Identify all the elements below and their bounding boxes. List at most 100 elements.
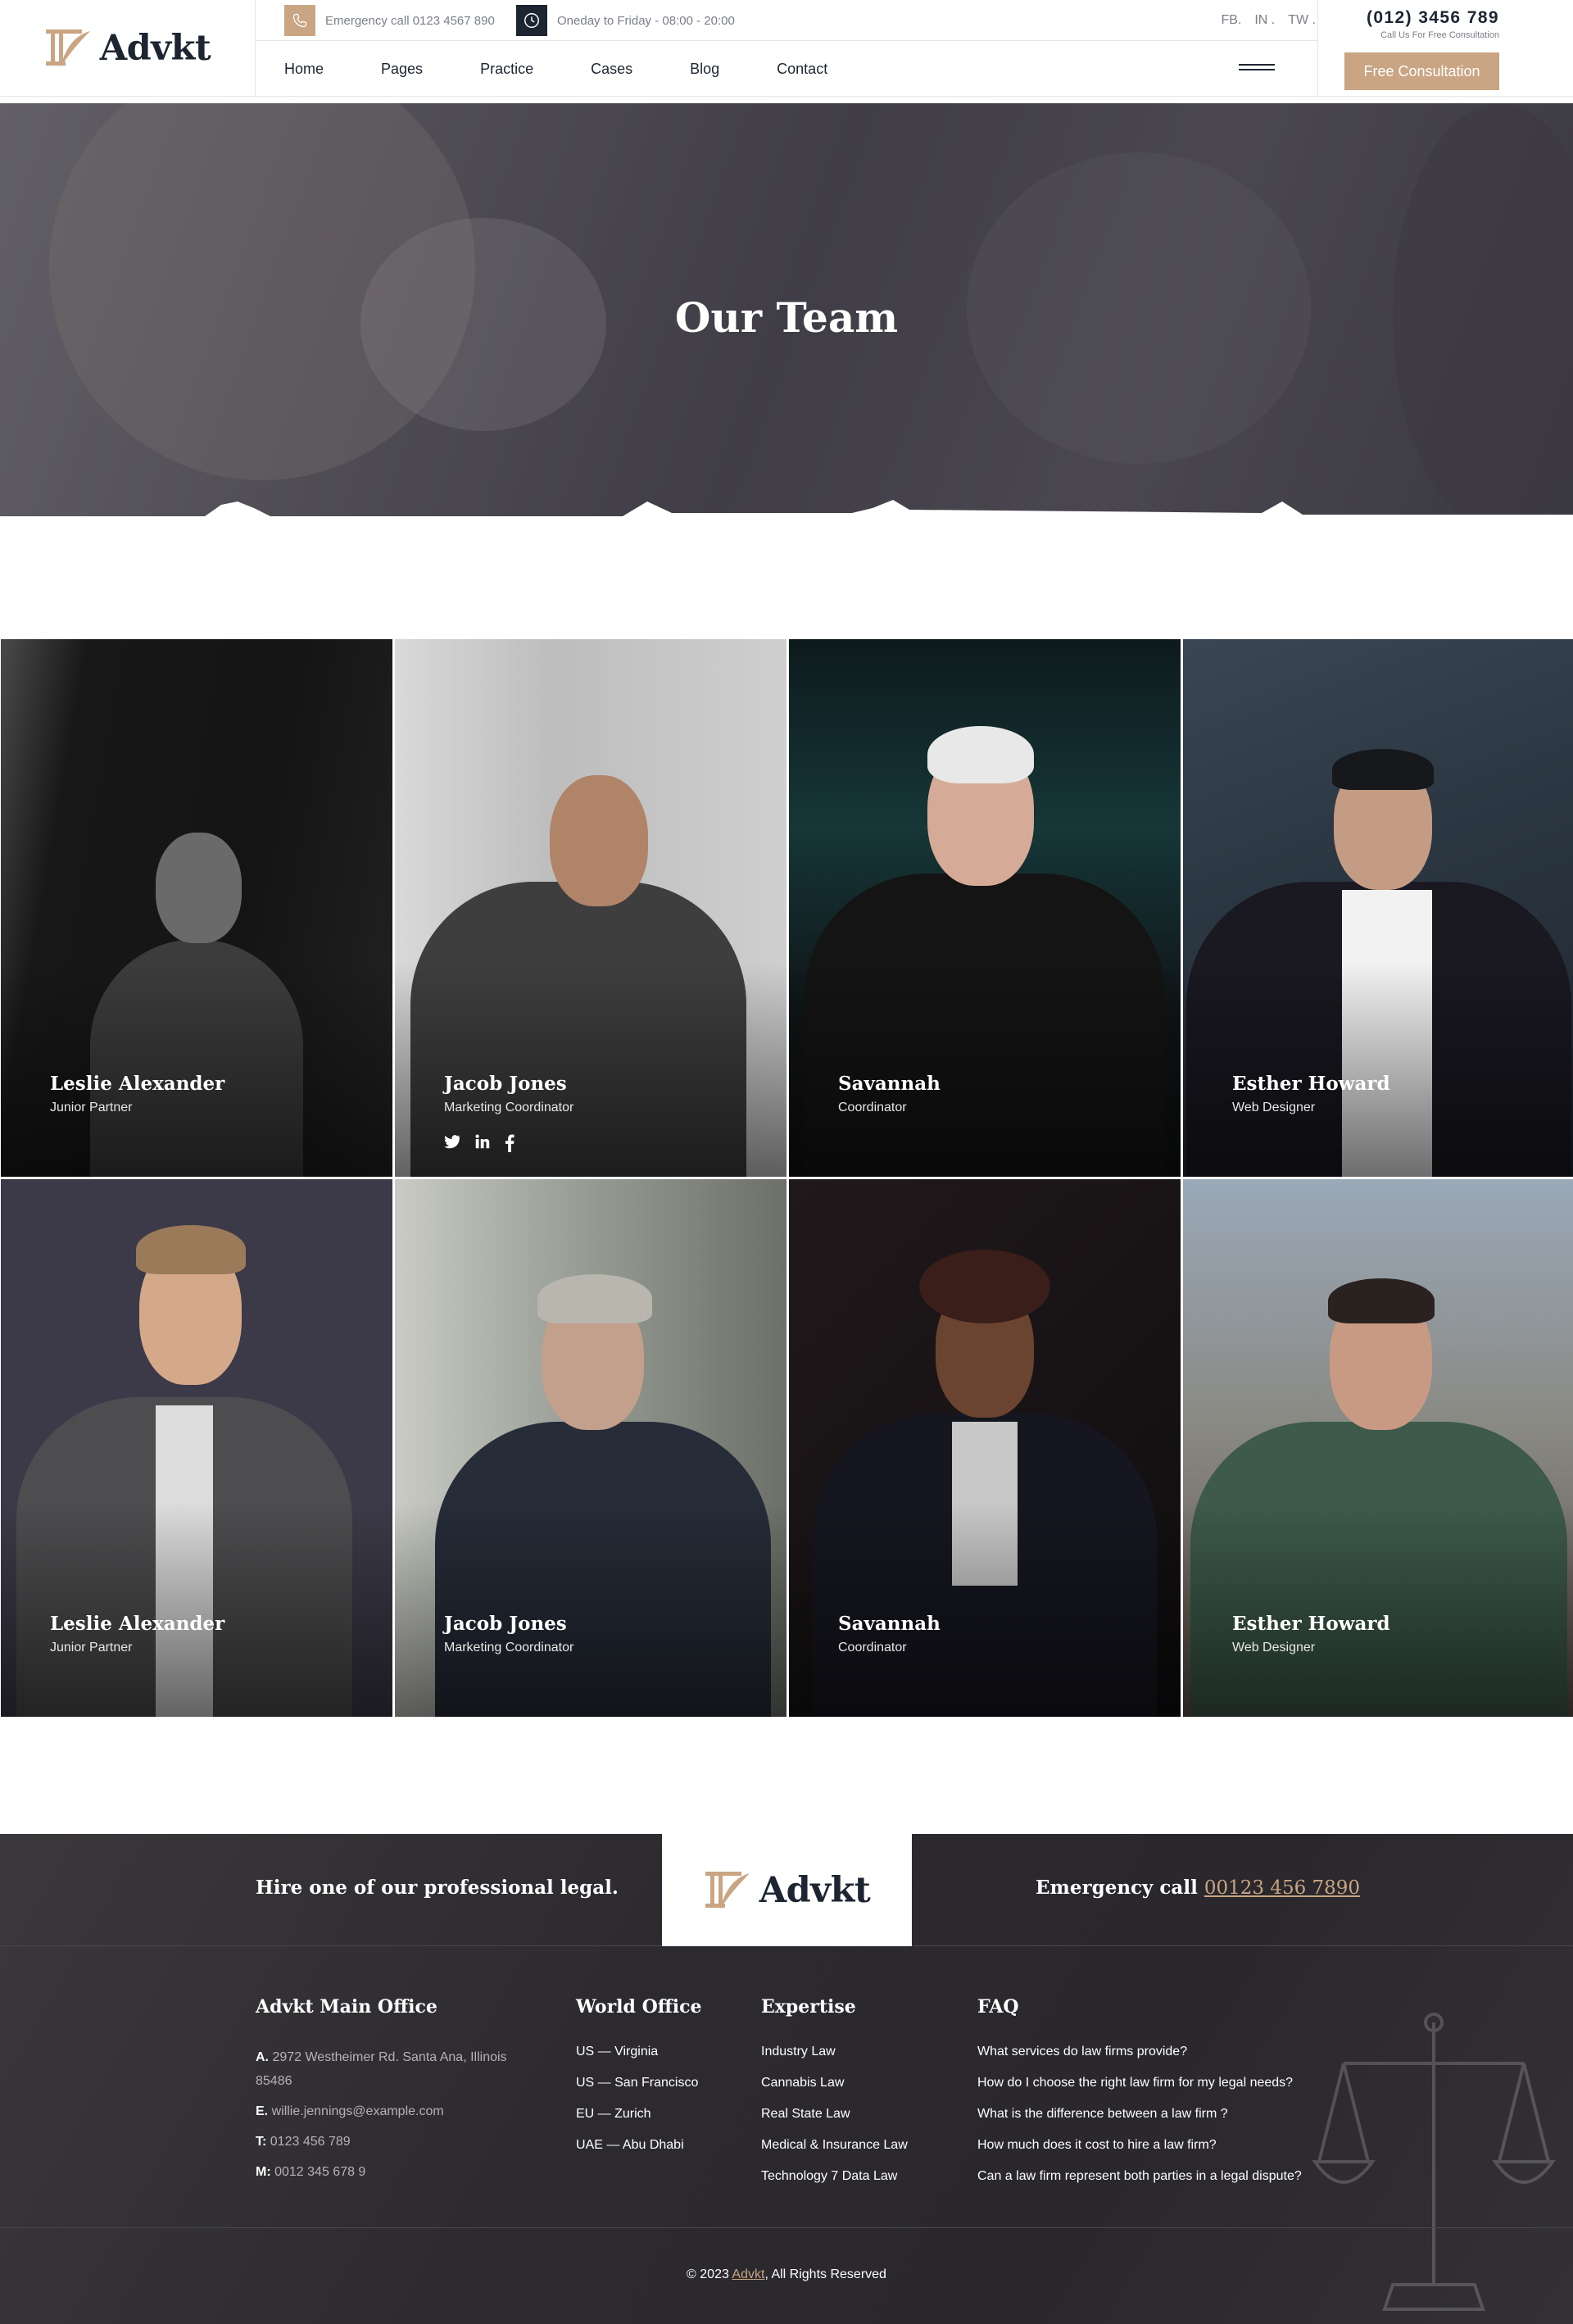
page-title: Our Team [674, 293, 899, 342]
member-name: Esther Howard [1232, 1073, 1390, 1095]
member-name: Jacob Jones [444, 1613, 567, 1635]
member-name: Jacob Jones [444, 1073, 567, 1095]
team-card[interactable]: Leslie Alexander Junior Partner [1, 639, 392, 1177]
team-card[interactable]: Savannah Coordinator [789, 639, 1181, 1177]
member-role: Coordinator [838, 1641, 907, 1654]
member-name: Leslie Alexander [50, 1073, 225, 1095]
footer-col-world: World Office US — Virginia US — San Fran… [576, 1996, 702, 2170]
world-title: World Office [576, 1996, 702, 2018]
world-office-link[interactable]: UAE — Abu Dhabi [576, 2139, 702, 2152]
member-role: Marketing Coordinator [444, 1641, 574, 1654]
team-card[interactable]: Savannah Coordinator [789, 1179, 1181, 1717]
twitter-icon[interactable] [444, 1134, 460, 1149]
linkedin-icon[interactable] [475, 1134, 490, 1149]
nav-practice[interactable]: Practice [480, 61, 533, 78]
faq-link[interactable]: How do I choose the right law firm for m… [977, 2077, 1302, 2090]
emergency-number-link[interactable]: 00123 456 7890 [1204, 1877, 1360, 1899]
emergency-text: Emergency call 0123 4567 890 [325, 13, 495, 28]
faq-link[interactable]: How much does it cost to hire a law firm… [977, 2139, 1302, 2152]
team-card[interactable]: Jacob Jones Marketing Coordinator [395, 1179, 786, 1717]
header-phone: (012) 3456 789 Call Us For Free Consulta… [1367, 8, 1499, 40]
expertise-link[interactable]: Industry Law [761, 2045, 908, 2058]
phone-number[interactable]: (012) 3456 789 [1367, 8, 1499, 28]
office-tel[interactable]: T: 0123 456 789 [256, 2130, 518, 2154]
social-link-fb[interactable]: FB. [1221, 13, 1241, 28]
main-nav: Home Pages Practice Cases Blog Contact [256, 42, 1317, 96]
expertise-link[interactable]: Medical & Insurance Law [761, 2139, 908, 2152]
expertise-link[interactable]: Cannabis Law [761, 2077, 908, 2090]
logo-box: Advkt [0, 0, 256, 96]
world-office-link[interactable]: US — San Francisco [576, 2077, 702, 2090]
office-email[interactable]: E. willie.jennings@example.com [256, 2099, 518, 2123]
member-role: Coordinator [838, 1101, 907, 1114]
hamburger-menu-icon[interactable] [1239, 64, 1275, 74]
member-name: Leslie Alexander [50, 1613, 225, 1635]
nav-cases[interactable]: Cases [591, 61, 632, 78]
member-role: Junior Partner [50, 1641, 133, 1654]
member-name: Savannah [838, 1613, 941, 1635]
expertise-link[interactable]: Real State Law [761, 2108, 908, 2121]
faq-link[interactable]: What services do law firms provide? [977, 2045, 1302, 2058]
logo-text: Advkt [99, 27, 211, 69]
footer-emergency: Emergency call 00123 456 7890 [1036, 1877, 1360, 1899]
footer-col-office: Advkt Main Office A. 2972 Westheimer Rd.… [256, 1996, 518, 2190]
clock-icon [516, 5, 547, 36]
emergency-info: Emergency call 0123 4567 890 [284, 5, 495, 36]
member-social-links [444, 1134, 515, 1152]
faq-link[interactable]: Can a law firm represent both parties in… [977, 2170, 1302, 2183]
team-card[interactable]: Leslie Alexander Junior Partner [1, 1179, 392, 1717]
team-card[interactable]: Esther Howard Web Designer [1183, 1179, 1573, 1717]
office-address: A. 2972 Westheimer Rd. Santa Ana, Illino… [256, 2050, 507, 2088]
copyright: © 2023 Advkt, All Rights Reserved [687, 2267, 886, 2281]
world-office-link[interactable]: US — Virginia [576, 2045, 702, 2058]
copyright-brand-link[interactable]: Advkt [732, 2267, 764, 2281]
footer-logo-text: Advkt [759, 1869, 871, 1911]
nav-home[interactable]: Home [284, 61, 324, 78]
header-social-links: FB. IN . TW . [1221, 13, 1316, 28]
office-title: Advkt Main Office [256, 1996, 437, 2018]
hours-info: Oneday to Friday - 08:00 - 20:00 [516, 5, 735, 36]
site-footer: Hire one of our professional legal. Advk… [0, 1834, 1573, 2324]
faq-title: FAQ [977, 1996, 1019, 2018]
logo[interactable]: Advkt [44, 26, 211, 70]
pillar-quill-icon [45, 29, 90, 67]
team-grid: Leslie Alexander Junior Partner Jacob Jo… [1, 639, 1573, 1717]
nav-blog[interactable]: Blog [690, 61, 719, 78]
nav-pages[interactable]: Pages [381, 61, 423, 78]
hours-text: Oneday to Friday - 08:00 - 20:00 [557, 13, 735, 28]
member-role: Web Designer [1232, 1641, 1316, 1654]
member-role: Marketing Coordinator [444, 1101, 574, 1114]
member-name: Savannah [838, 1073, 941, 1095]
free-consultation-button[interactable]: Free Consultation [1344, 52, 1499, 90]
member-name: Esther Howard [1232, 1613, 1390, 1635]
expertise-title: Expertise [761, 1996, 856, 2018]
expertise-link[interactable]: Technology 7 Data Law [761, 2170, 908, 2183]
hire-tagline: Hire one of our professional legal. [256, 1877, 619, 1899]
footer-col-expertise: Expertise Industry Law Cannabis Law Real… [761, 1996, 908, 2201]
footer-col-faq: FAQ What services do law firms provide? … [977, 1996, 1302, 2201]
footer-logo[interactable]: Advkt [662, 1834, 912, 1946]
phone-subtext: Call Us For Free Consultation [1380, 30, 1499, 40]
top-bar: Emergency call 0123 4567 890 Oneday to F… [256, 0, 1317, 41]
member-role: Junior Partner [50, 1101, 133, 1114]
page-hero: Our Team [0, 103, 1573, 523]
team-card[interactable]: Esther Howard Web Designer [1183, 639, 1573, 1177]
member-role: Web Designer [1232, 1101, 1316, 1114]
team-section: Leslie Alexander Junior Partner Jacob Jo… [0, 639, 1573, 1717]
emergency-label: Emergency call [1036, 1877, 1198, 1899]
world-office-link[interactable]: EU — Zurich [576, 2108, 702, 2121]
cta-box: (012) 3456 789 Call Us For Free Consulta… [1317, 0, 1573, 96]
site-header: Advkt Emergency call 0123 4567 890 Oneda… [0, 0, 1573, 97]
footer-top-bar: Hire one of our professional legal. Advk… [0, 1834, 1573, 1946]
social-link-in[interactable]: IN . [1254, 13, 1275, 28]
nav-contact[interactable]: Contact [777, 61, 827, 78]
hero-skyline-divider [0, 497, 1573, 523]
office-mobile[interactable]: M: 0012 345 678 9 [256, 2160, 518, 2184]
facebook-icon[interactable] [505, 1134, 515, 1152]
phone-icon [284, 5, 315, 36]
faq-link[interactable]: What is the difference between a law fir… [977, 2108, 1302, 2121]
social-link-tw[interactable]: TW . [1288, 13, 1316, 28]
pillar-quill-icon [705, 1871, 750, 1909]
footer-bottom-bar: © 2023 Advkt, All Rights Reserved [0, 2227, 1573, 2324]
team-card[interactable]: Jacob Jones Marketing Coordinator [395, 639, 786, 1177]
